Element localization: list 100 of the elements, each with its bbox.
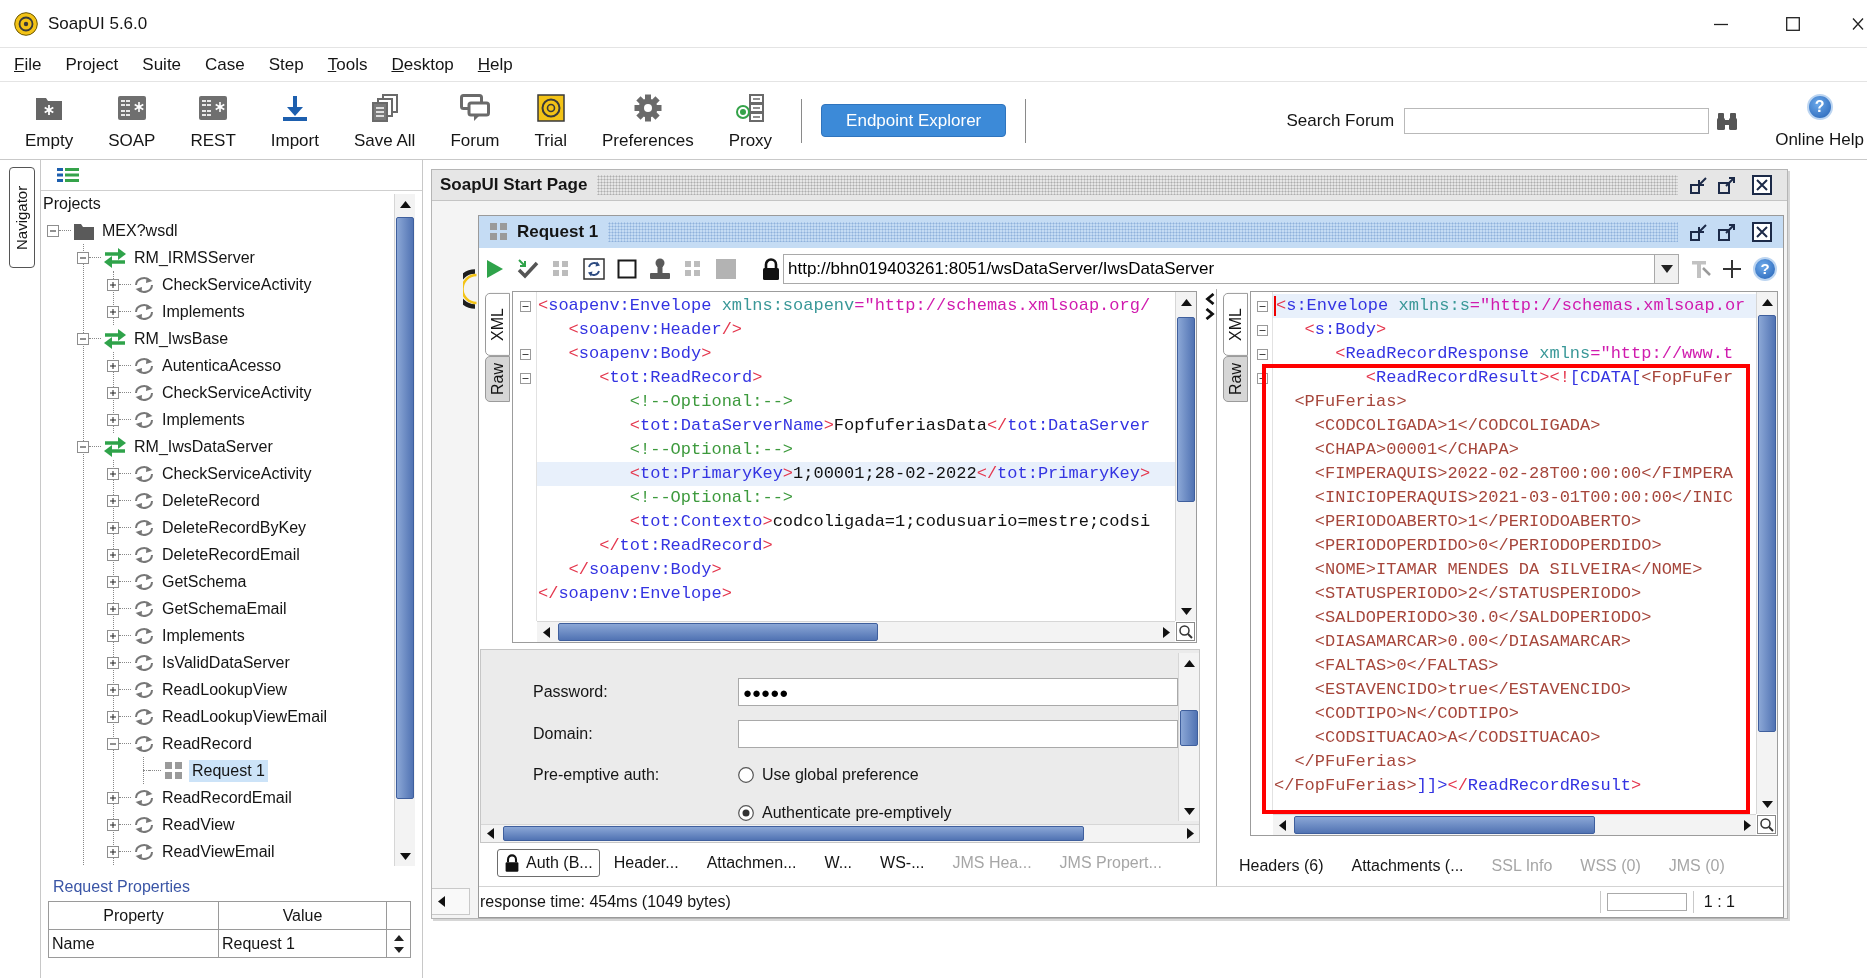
tree-item[interactable]: CheckServiceActivity [159, 273, 315, 296]
navigator-tab[interactable]: Navigator [9, 167, 35, 268]
tree-item[interactable]: RM_IwsDataServer [131, 435, 276, 458]
tree-item[interactable]: ReadView [159, 813, 238, 836]
menu-item[interactable]: Help [477, 53, 513, 76]
collapse-icon[interactable] [107, 737, 119, 750]
tree-item[interactable]: ReadLookupView [159, 678, 291, 701]
expand-icon[interactable] [107, 575, 119, 588]
tree-item[interactable]: DeleteRecordByKey [159, 516, 310, 539]
close-icon[interactable] [1852, 16, 1864, 31]
stamp-icon[interactable] [649, 257, 671, 280]
menu-item[interactable]: Suite [142, 53, 182, 76]
tree-item[interactable]: GetSchema [159, 570, 250, 593]
fold-icon[interactable] [519, 348, 531, 360]
expand-icon[interactable] [107, 818, 119, 831]
down-arrow-icon[interactable] [399, 852, 411, 860]
expand-icon[interactable] [107, 359, 119, 372]
radio-label[interactable]: Authenticate pre-emptively [762, 802, 952, 823]
add-icon[interactable] [1723, 259, 1741, 278]
expand-icon[interactable] [107, 467, 119, 480]
tree-item[interactable]: ReadRecord [159, 732, 255, 755]
left-arrow-icon[interactable] [486, 828, 494, 839]
close-icon[interactable] [1752, 222, 1772, 242]
expand-icon[interactable] [107, 278, 119, 291]
magnifier-icon[interactable] [1176, 622, 1195, 641]
expand-icon[interactable] [107, 656, 119, 669]
tab[interactable]: Attachmen... [692, 849, 811, 877]
help-button[interactable]: ? Online Help [1775, 82, 1864, 159]
expand-icon[interactable] [107, 413, 119, 426]
url-field[interactable]: http://bhn019403261:8051/wsDataServer/IwsDataServer [783, 253, 1655, 284]
scroll-thumb[interactable] [396, 217, 414, 799]
menu-item[interactable]: File [14, 53, 42, 76]
expand-icon[interactable] [107, 710, 119, 723]
toolbar-button[interactable]: REST [180, 82, 246, 159]
up-arrow-icon[interactable] [1180, 298, 1192, 306]
right-arrow-icon[interactable] [1186, 828, 1194, 839]
scroll-thumb[interactable] [1177, 317, 1195, 502]
maximize-icon[interactable] [1786, 16, 1800, 31]
expand-icon[interactable] [107, 548, 119, 561]
chevron-right-icon[interactable] [1204, 308, 1215, 320]
left-arrow-icon[interactable] [542, 626, 550, 638]
close-icon[interactable] [1752, 175, 1772, 195]
expand-icon[interactable] [107, 386, 119, 399]
expand-icon[interactable] [107, 602, 119, 615]
toolbar-button[interactable]: Forum [440, 82, 510, 159]
tab[interactable]: Auth (B... [497, 849, 600, 877]
tree-item[interactable]: GetSchemaEmail [159, 597, 290, 620]
fold-icon[interactable] [519, 372, 531, 384]
scrollbar[interactable] [1756, 292, 1777, 814]
menu-item[interactable]: Project [65, 53, 119, 76]
endpoint-explorer-button[interactable]: Endpoint Explorer [821, 103, 1007, 138]
radio-label[interactable]: Use global preference [762, 765, 919, 785]
scrollbar[interactable] [481, 824, 1199, 842]
maximize-icon[interactable] [1718, 223, 1736, 241]
tab[interactable]: W... [810, 849, 867, 877]
search-field[interactable] [1404, 107, 1710, 134]
dropdown-button[interactable] [1655, 253, 1679, 284]
fold-icon[interactable] [1256, 300, 1268, 312]
input-field[interactable]: ●●●●● [738, 678, 1178, 706]
input-field[interactable] [738, 720, 1178, 748]
restore-icon[interactable] [1690, 223, 1708, 241]
square-icon[interactable] [617, 258, 637, 279]
tab[interactable]: Attachments (... [1337, 852, 1478, 880]
down-arrow-icon[interactable] [1183, 807, 1195, 815]
scrollbar[interactable] [1273, 814, 1756, 835]
expand-icon[interactable] [107, 791, 119, 804]
toolbar-button[interactable]: Preferences [591, 82, 704, 159]
text-tool-icon[interactable] [1691, 258, 1711, 279]
down-arrow-icon[interactable] [1761, 800, 1773, 808]
toolbar-button[interactable]: Proxy [718, 82, 783, 159]
menu-item[interactable]: Tools [327, 53, 368, 76]
tree-item[interactable]: RM_IRMSServer [131, 246, 258, 269]
tree-item[interactable]: Implements [159, 408, 248, 431]
radio-button[interactable] [738, 767, 754, 783]
tree-item[interactable]: DeleteRecord [159, 489, 263, 512]
toolbar-button[interactable]: SOAP [98, 82, 166, 159]
tree-item[interactable]: MEX?wsdl [99, 219, 181, 242]
status-field[interactable] [1606, 892, 1687, 911]
up-arrow-icon[interactable] [1761, 298, 1773, 306]
right-arrow-icon[interactable] [1162, 626, 1170, 638]
toolbar-button[interactable]: Empty [15, 82, 84, 159]
tab[interactable]: WS-... [866, 849, 939, 877]
menu-item[interactable]: Case [205, 53, 245, 76]
scroll-thumb[interactable] [503, 826, 1084, 841]
view-tab[interactable]: Raw [1223, 355, 1248, 402]
tree-item[interactable]: Implements [159, 300, 248, 323]
tree-item[interactable]: ReadLookupViewEmail [159, 705, 331, 728]
expand-icon[interactable] [107, 683, 119, 696]
scrollbar[interactable] [432, 888, 470, 915]
list-icon[interactable] [57, 168, 79, 182]
scroll-thumb[interactable] [1758, 315, 1776, 732]
collapse-icon[interactable] [77, 332, 89, 345]
tree-item[interactable]: Implements [159, 624, 248, 647]
tree-item[interactable]: RM_IwsBase [131, 327, 232, 350]
tree-item[interactable]: Request 1 [189, 759, 268, 782]
scroll-thumb[interactable] [1180, 710, 1198, 746]
down-arrow-icon[interactable] [1180, 607, 1192, 615]
chevron-left-icon[interactable] [1204, 293, 1215, 305]
fold-icon[interactable] [519, 300, 531, 312]
fold-icon[interactable] [1256, 324, 1268, 336]
